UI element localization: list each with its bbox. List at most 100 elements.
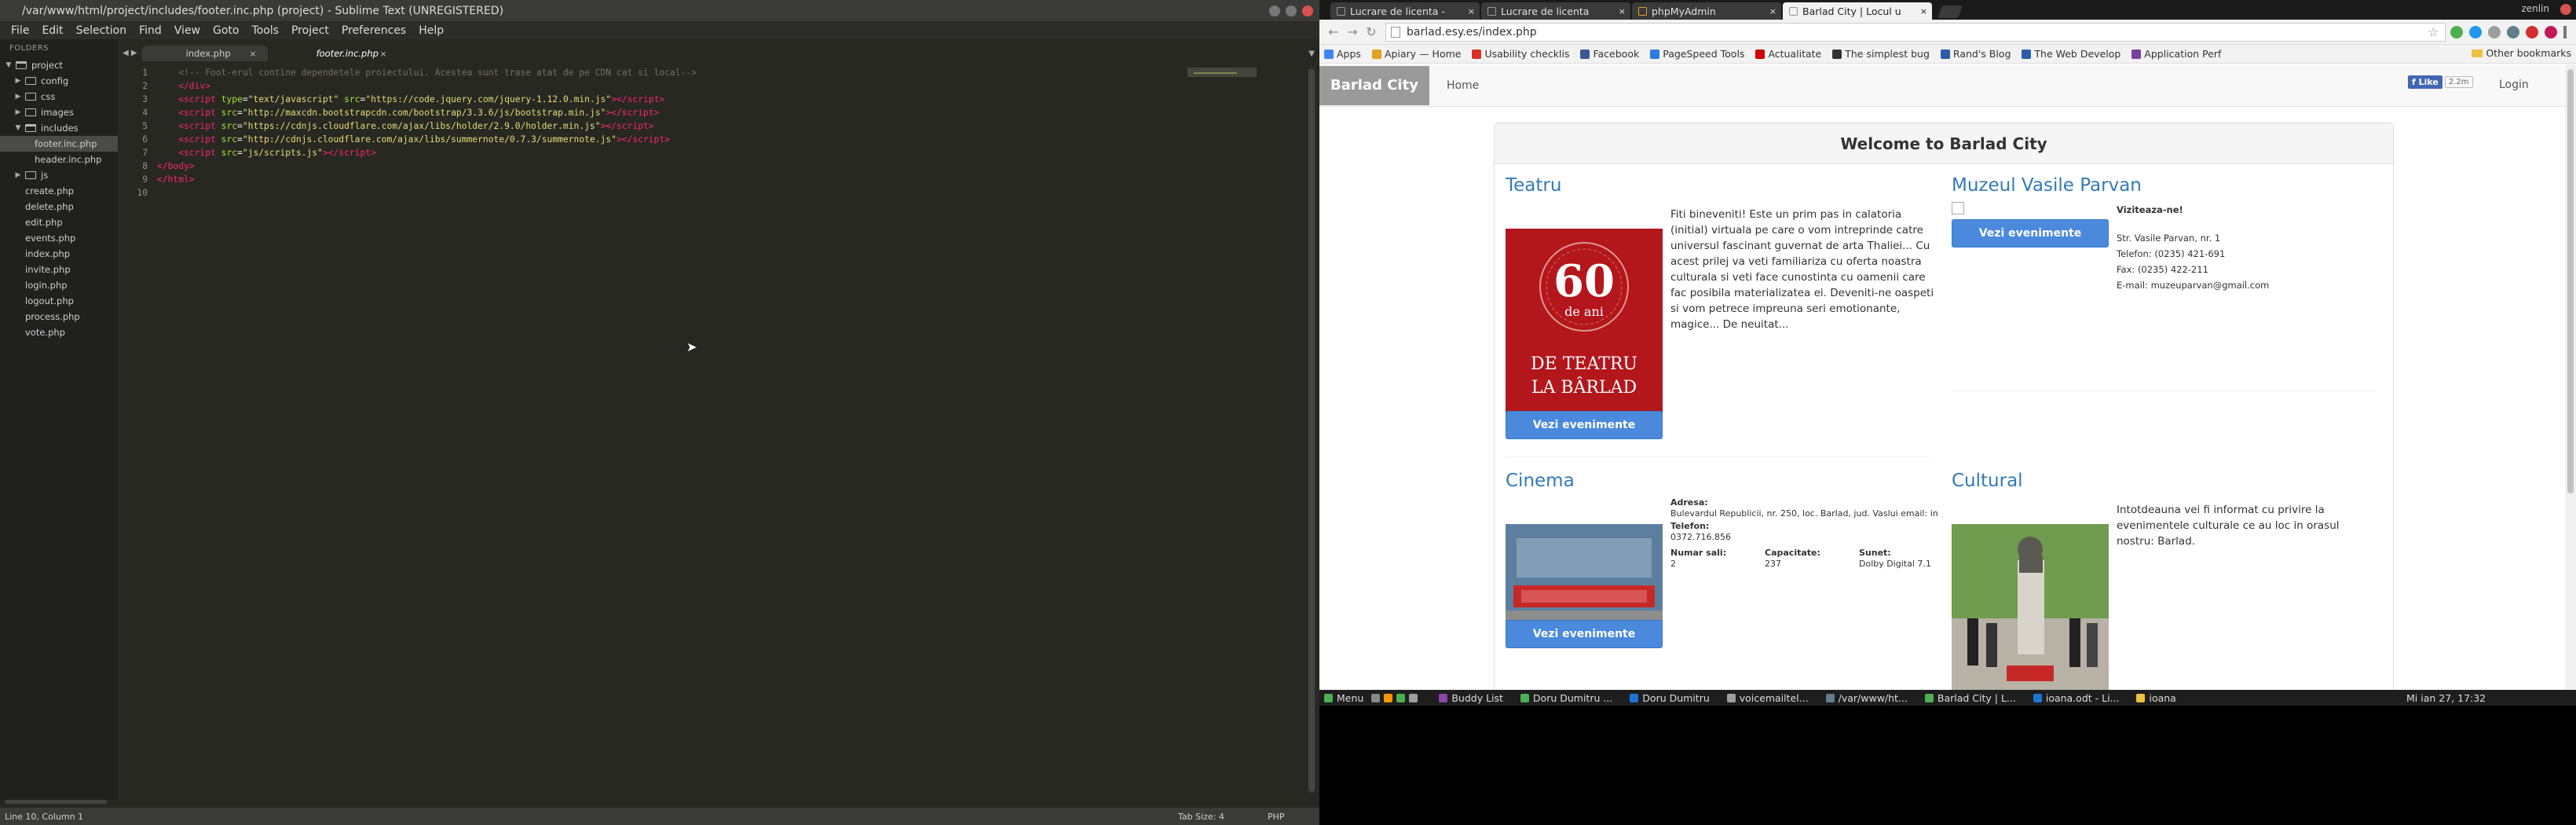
tree-file[interactable]: vote.php [0, 324, 118, 340]
extension-icon[interactable] [2507, 25, 2519, 38]
firefox-icon[interactable] [1384, 693, 1393, 702]
close-icon[interactable]: × [1619, 6, 1626, 16]
tree-file[interactable]: events.php [0, 230, 118, 246]
tab-footer-inc-php[interactable]: footer.inc.php × [272, 46, 398, 61]
tab-size-indicator[interactable]: Tab Size: 4 [1178, 812, 1224, 822]
taskbar-window-button[interactable]: /var/www/ht... [1825, 692, 1908, 704]
extension-icon[interactable] [2469, 25, 2482, 38]
taskbar-window-button[interactable]: voicemailtel... [1726, 692, 1809, 704]
tree-folder[interactable]: ▼ includes [0, 120, 118, 136]
nav-home-link[interactable]: Home [1447, 79, 1479, 92]
close-icon[interactable]: × [1769, 6, 1776, 16]
extension-icon[interactable] [2450, 25, 2463, 38]
tree-folder[interactable]: ▼ project [0, 57, 118, 73]
taskbar-window-button[interactable]: ioana [2136, 692, 2176, 704]
chevron-down-icon[interactable]: ▼ [5, 61, 13, 69]
tree-file[interactable]: process.php [0, 309, 118, 324]
card-title[interactable]: Muzeul Vasile Parvan [1952, 175, 2384, 197]
chevron-down-icon[interactable]: ▼ [14, 124, 22, 132]
chrome-icon[interactable] [1396, 693, 1406, 702]
chevron-right-icon[interactable]: ▶ [14, 93, 22, 101]
new-tab-button[interactable] [1937, 6, 1963, 18]
bookmark-item[interactable]: Application Perf [2131, 48, 2221, 60]
bookmark-item[interactable]: PageSpeed Tools [1650, 48, 1744, 60]
bookmark-item[interactable]: Actualitate [1755, 48, 1821, 60]
chevron-right-icon[interactable]: ▶ [14, 77, 22, 85]
tab-nav-arrows[interactable]: ◀ ▶ [118, 49, 142, 57]
opera-icon[interactable] [2526, 25, 2538, 38]
clock[interactable]: Mi ian 27, 17:32 [2406, 692, 2486, 704]
sidebar-horizontal-scrollbar[interactable] [0, 798, 118, 805]
close-icon[interactable]: × [1468, 6, 1475, 16]
card-title[interactable]: Teatru [1506, 175, 1945, 197]
tree-file[interactable]: footer.inc.php [0, 136, 118, 152]
extension-icon[interactable] [2545, 25, 2557, 38]
close-icon[interactable]: × [379, 49, 386, 59]
menu-goto[interactable]: Goto [207, 24, 245, 37]
facebook-like-widget[interactable]: f Like 2.2m [2408, 75, 2473, 89]
vezi-evenimente-button[interactable]: Vezi evenimente [1506, 411, 1663, 439]
menu-help[interactable]: Help [412, 24, 450, 37]
chevron-right-icon[interactable]: ▶ [14, 108, 22, 116]
bookmark-item[interactable]: Facebook [1580, 48, 1639, 60]
start-menu-button[interactable]: Menu [1324, 692, 1363, 704]
tree-folder[interactable]: ▶ js [0, 167, 118, 183]
back-icon[interactable]: ← [1324, 24, 1343, 39]
tree-file[interactable]: create.php [0, 183, 118, 199]
taskbar-window-button[interactable]: ioana.odt - Li... [2033, 692, 2119, 704]
bookmark-item[interactable]: Apiary — Home [1371, 48, 1461, 60]
facebook-like-button[interactable]: f Like [2408, 75, 2442, 89]
card-title[interactable]: Cultural [1952, 471, 2384, 493]
tree-file[interactable]: header.inc.php [0, 152, 118, 167]
tree-folder[interactable]: ▶ css [0, 89, 118, 104]
terminal-icon[interactable] [1409, 693, 1418, 702]
page-scrollbar[interactable] [2565, 64, 2576, 690]
tree-file[interactable]: delete.php [0, 199, 118, 214]
address-bar[interactable]: barlad.esy.es/index.php ☆ [1385, 22, 2446, 42]
tree-file[interactable]: login.php [0, 277, 118, 293]
bookmark-item[interactable]: Rand's Blog [1940, 48, 2011, 60]
tree-file[interactable]: index.php [0, 246, 118, 262]
files-icon[interactable] [1371, 693, 1381, 702]
forward-icon[interactable]: → [1343, 24, 1362, 39]
taskbar-window-button[interactable]: Doru Dumitru [1630, 692, 1710, 704]
nav-login-link[interactable]: Login [2499, 79, 2529, 91]
tab-dropdown-icon[interactable]: ▼ [1308, 50, 1319, 58]
menu-project[interactable]: Project [285, 24, 335, 37]
chrome-tab[interactable]: phpMyAdmin × [1632, 2, 1781, 20]
menu-tools[interactable]: Tools [245, 24, 285, 37]
bookmark-item[interactable]: The Web Develop [2022, 48, 2120, 60]
menu-preferences[interactable]: Preferences [335, 24, 412, 37]
menu-icon[interactable] [2563, 25, 2567, 38]
close-button[interactable] [2560, 4, 2571, 15]
tab-index-php[interactable]: index.php × [141, 46, 268, 61]
taskbar-window-button[interactable]: Barlad City | L... [1924, 692, 2016, 704]
reload-icon[interactable]: ↻ [1362, 24, 1381, 39]
card-title[interactable]: Cinema [1506, 471, 1945, 493]
other-bookmarks[interactable]: Other bookmarks [2465, 47, 2571, 59]
tree-file[interactable]: invite.php [0, 262, 118, 277]
bookmark-star-icon[interactable]: ☆ [2428, 25, 2439, 39]
taskbar-window-button[interactable]: Buddy List [1439, 692, 1503, 704]
vezi-evenimente-button[interactable]: Vezi evenimente [1952, 219, 2109, 248]
menu-file[interactable]: File [5, 24, 35, 37]
tree-file[interactable]: edit.php [0, 214, 118, 230]
close-icon[interactable]: × [249, 49, 256, 59]
chevron-right-icon[interactable]: ▶ [14, 171, 22, 179]
vezi-evenimente-button[interactable]: Vezi evenimente [1506, 620, 1663, 648]
menu-edit[interactable]: Edit [35, 24, 69, 37]
menu-find[interactable]: Find [133, 24, 168, 37]
extension-icon[interactable] [2488, 25, 2501, 38]
tree-folder[interactable]: ▶ config [0, 73, 118, 89]
site-brand[interactable]: Barlad City [1319, 65, 1429, 105]
bookmark-item[interactable]: Usability checklis [1472, 48, 1569, 60]
chrome-profile-name[interactable]: zenlin [2521, 3, 2549, 14]
syntax-indicator[interactable]: PHP [1268, 812, 1285, 822]
bookmark-item[interactable]: The simplest bug [1832, 48, 1930, 60]
bookmark-item[interactable]: Apps [1324, 48, 1361, 60]
tree-file[interactable]: logout.php [0, 293, 118, 309]
chrome-tab[interactable]: Lucrare de licenta × [1481, 2, 1630, 20]
taskbar-window-button[interactable]: Doru Dumitru ... [1520, 692, 1612, 704]
close-button[interactable] [1302, 5, 1313, 16]
close-icon[interactable]: × [1920, 6, 1927, 16]
